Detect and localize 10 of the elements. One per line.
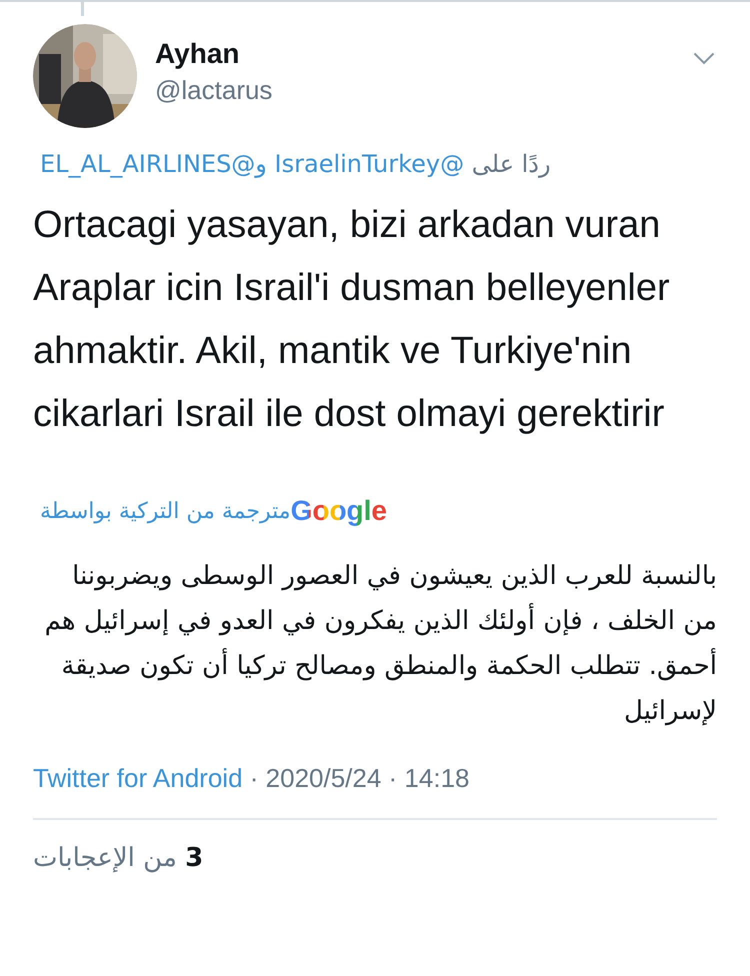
translated-text: بالنسبة للعرب الذين يعيشون في العصور الوسطى ويضربوننا من الخلف ، فإن أولئك الذين يفكرون في العدو في إسرائيل هم أحمق. تتطلب الحكمة والمنطق ومصالح تركيا أن تكون صديقة لإسرائيل [44,560,717,728]
translation-label: مترجمة من التركية بواسطة [40,498,291,526]
mention-link[interactable]: @IsraelinTurkey [274,150,464,178]
author-name[interactable]: Ayhan [155,36,693,72]
chevron-down-icon[interactable] [693,52,715,65]
author-handle[interactable]: @lactarus [155,72,693,108]
tweet-timestamp: · 2020/5/24 · 14:18 [250,763,470,793]
source-link[interactable]: Twitter for Android [33,763,243,793]
tweet-text: Ortacagi yasayan, bizi arkadan vuran Araplar icin Israil'i dusman belleyenler ahmaktir. Akil, mantik ve Turkiye'nin cikarlari Israil ile dost olmayi gerektirir [33,203,671,437]
mention-link[interactable]: و@EL_AL_AIRLINES [40,150,267,178]
